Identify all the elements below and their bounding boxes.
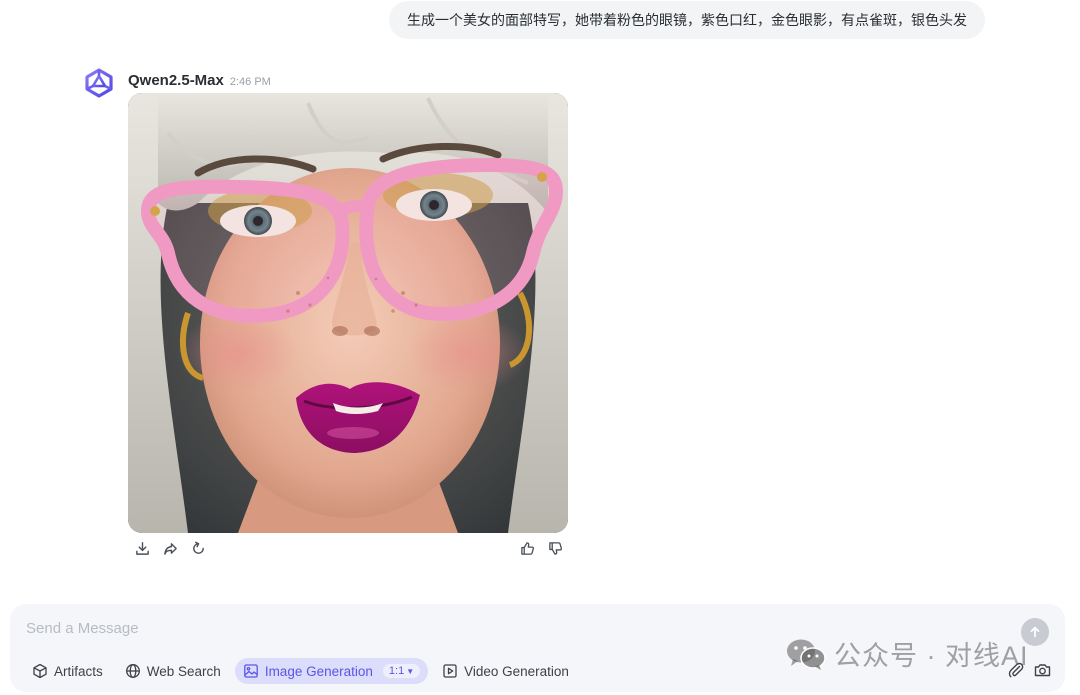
aspect-ratio-select[interactable]: 1:1 ▼ (382, 664, 421, 678)
globe-icon (125, 664, 140, 678)
qwen-logo-icon (84, 68, 114, 98)
download-icon[interactable] (133, 539, 151, 557)
message-timestamp: 2:46 PM (229, 76, 271, 88)
play-square-icon (443, 664, 457, 678)
thumbs-up-icon[interactable] (518, 539, 536, 557)
caret-down-icon: ▼ (406, 666, 415, 676)
cube-icon (33, 663, 47, 679)
regenerate-icon[interactable] (189, 539, 207, 557)
wechat-watermark: 公众号 · 对线AI (786, 634, 1029, 673)
generated-portrait-image[interactable] (128, 93, 568, 533)
arrow-up-icon (1030, 626, 1040, 638)
artifacts-button[interactable]: Artifacts (24, 658, 111, 684)
thumbs-down-icon[interactable] (546, 539, 564, 557)
chat-page: 生成一个美女的面部特写，她带着粉色的眼镜，紫色口红，金色眼影，有点雀斑，银色头发… (0, 0, 1080, 695)
wechat-icon (787, 639, 826, 670)
watermark-text: 公众号 · 对线AI (834, 641, 1029, 671)
message-actions-right (518, 539, 564, 557)
image-icon (243, 664, 258, 678)
video-generation-label: Video Generation (464, 663, 569, 679)
web-search-button[interactable]: Web Search (117, 658, 229, 684)
video-generation-button[interactable]: Video Generation (434, 658, 577, 684)
aspect-ratio-value: 1:1 (388, 665, 405, 677)
user-message-bubble: 生成一个美女的面部特写，她带着粉色的眼镜，紫色口红，金色眼影，有点雀斑，银色头发 (389, 1, 985, 39)
message-actions-left (133, 539, 207, 557)
user-message-text: 生成一个美女的面部特写，她带着粉色的眼镜，紫色口红，金色眼影，有点雀斑，银色头发 (407, 12, 967, 28)
composer-toolbar: Artifacts Web Search Image Generation 1:… (24, 658, 577, 684)
share-icon[interactable] (161, 539, 179, 557)
image-generation-label: Image Generation (264, 663, 373, 679)
web-search-label: Web Search (146, 663, 221, 679)
camera-icon[interactable] (1034, 662, 1051, 683)
model-name: Qwen2.5-Max (128, 72, 224, 89)
image-generation-button[interactable]: Image Generation 1:1 ▼ (234, 658, 429, 684)
artifacts-label: Artifacts (54, 663, 103, 679)
assistant-message-header: Qwen2.5-Max 2:46 PM (128, 72, 271, 89)
